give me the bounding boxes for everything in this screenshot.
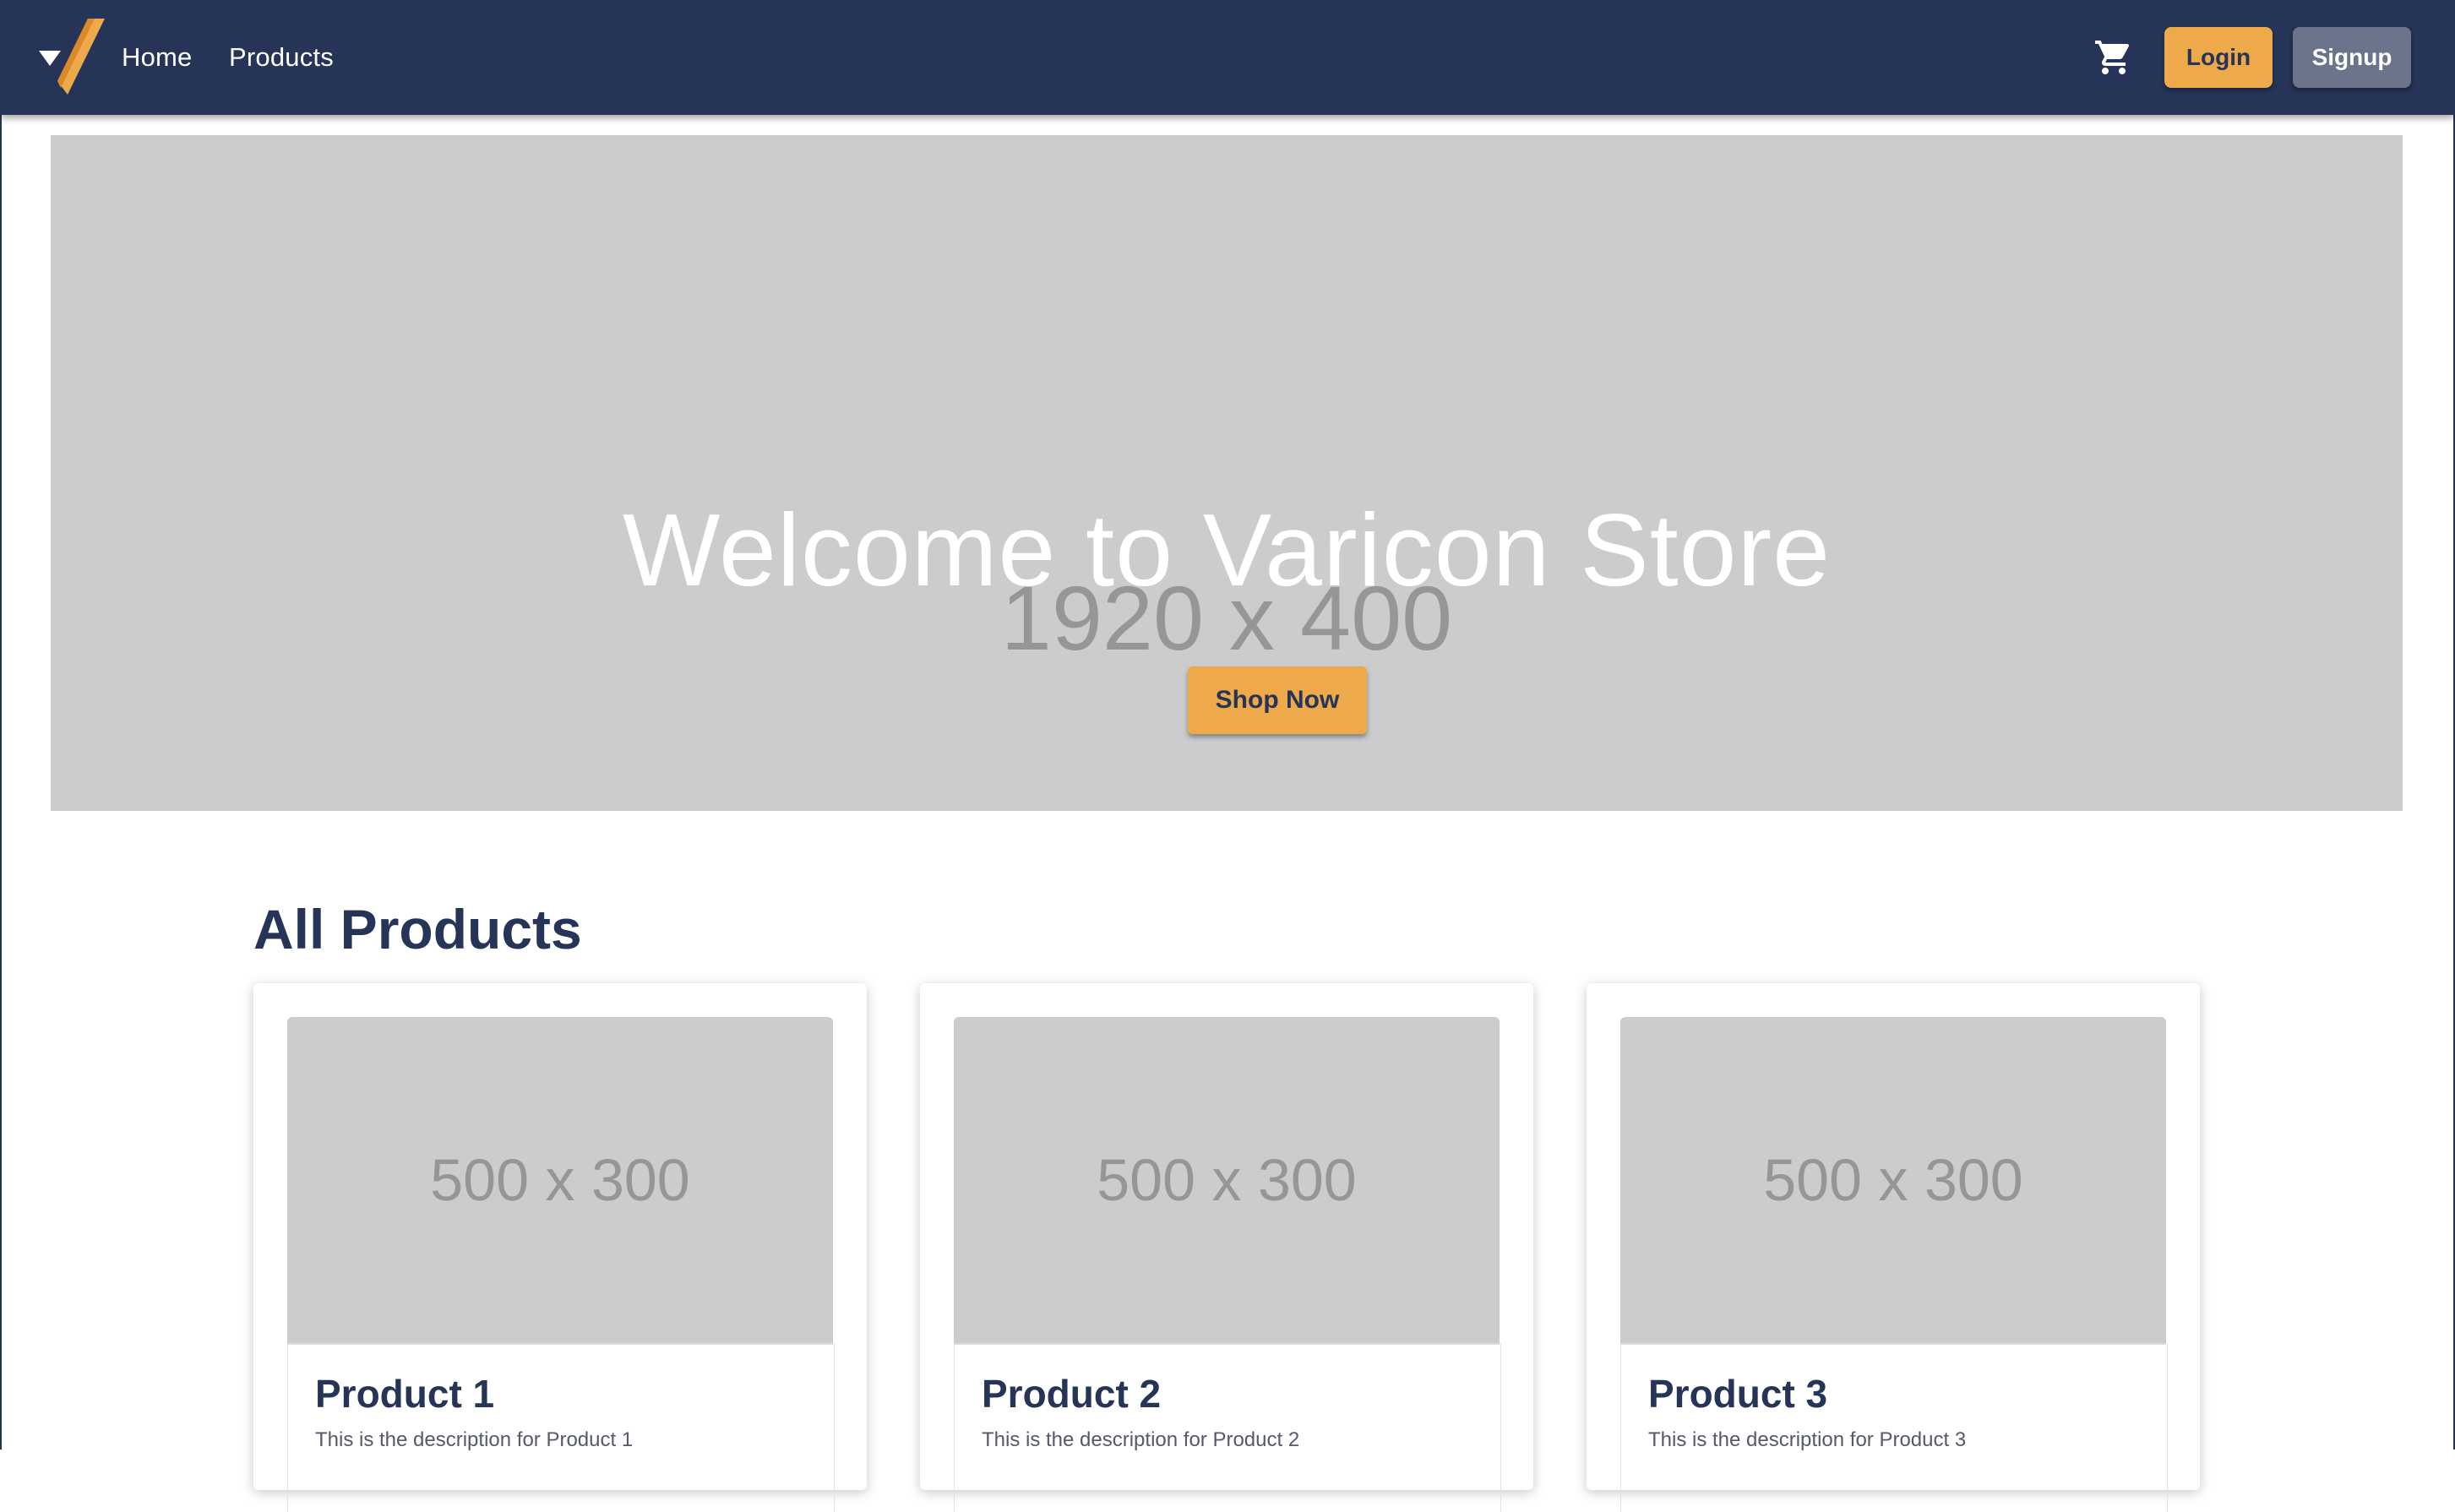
product-card[interactable]: 500 x 300 Product 3 This is the descript… bbox=[1587, 983, 2200, 1512]
hero-title: Welcome to Varicon Store bbox=[623, 492, 1831, 607]
nav-home-link[interactable]: Home bbox=[122, 37, 193, 78]
shopping-cart-icon[interactable] bbox=[2093, 37, 2134, 78]
product-title[interactable]: Product 1 bbox=[315, 1368, 494, 1419]
nav-products-link[interactable]: Products bbox=[229, 37, 334, 78]
product-image-placeholder[interactable]: 500 x 300 bbox=[1620, 1017, 2166, 1345]
product-card-body: Product 1 This is the description for Pr… bbox=[287, 1343, 835, 1512]
varicon-logo-icon[interactable] bbox=[39, 19, 110, 95]
product-card-body: Product 2 This is the description for Pr… bbox=[954, 1343, 1501, 1512]
product-title[interactable]: Product 2 bbox=[982, 1368, 1161, 1419]
hero-banner: 1920 x 400 Welcome to Varicon Store Shop… bbox=[51, 135, 2403, 811]
product-card[interactable]: 500 x 300 Product 1 This is the descript… bbox=[253, 983, 867, 1512]
product-image-placeholder[interactable]: 500 x 300 bbox=[287, 1017, 833, 1345]
product-card[interactable]: 500 x 300 Product 2 This is the descript… bbox=[920, 983, 1533, 1512]
shop-now-button[interactable]: Shop Now bbox=[1188, 666, 1367, 734]
product-title[interactable]: Product 3 bbox=[1648, 1368, 1827, 1419]
login-button[interactable]: Login bbox=[2164, 27, 2273, 88]
all-products-heading: All Products bbox=[253, 898, 582, 960]
product-card-body: Product 3 This is the description for Pr… bbox=[1620, 1343, 2168, 1512]
signup-button[interactable]: Signup bbox=[2293, 27, 2411, 88]
product-image-placeholder[interactable]: 500 x 300 bbox=[954, 1017, 1500, 1345]
top-navbar: Home Products Login Signup bbox=[0, 0, 2455, 115]
